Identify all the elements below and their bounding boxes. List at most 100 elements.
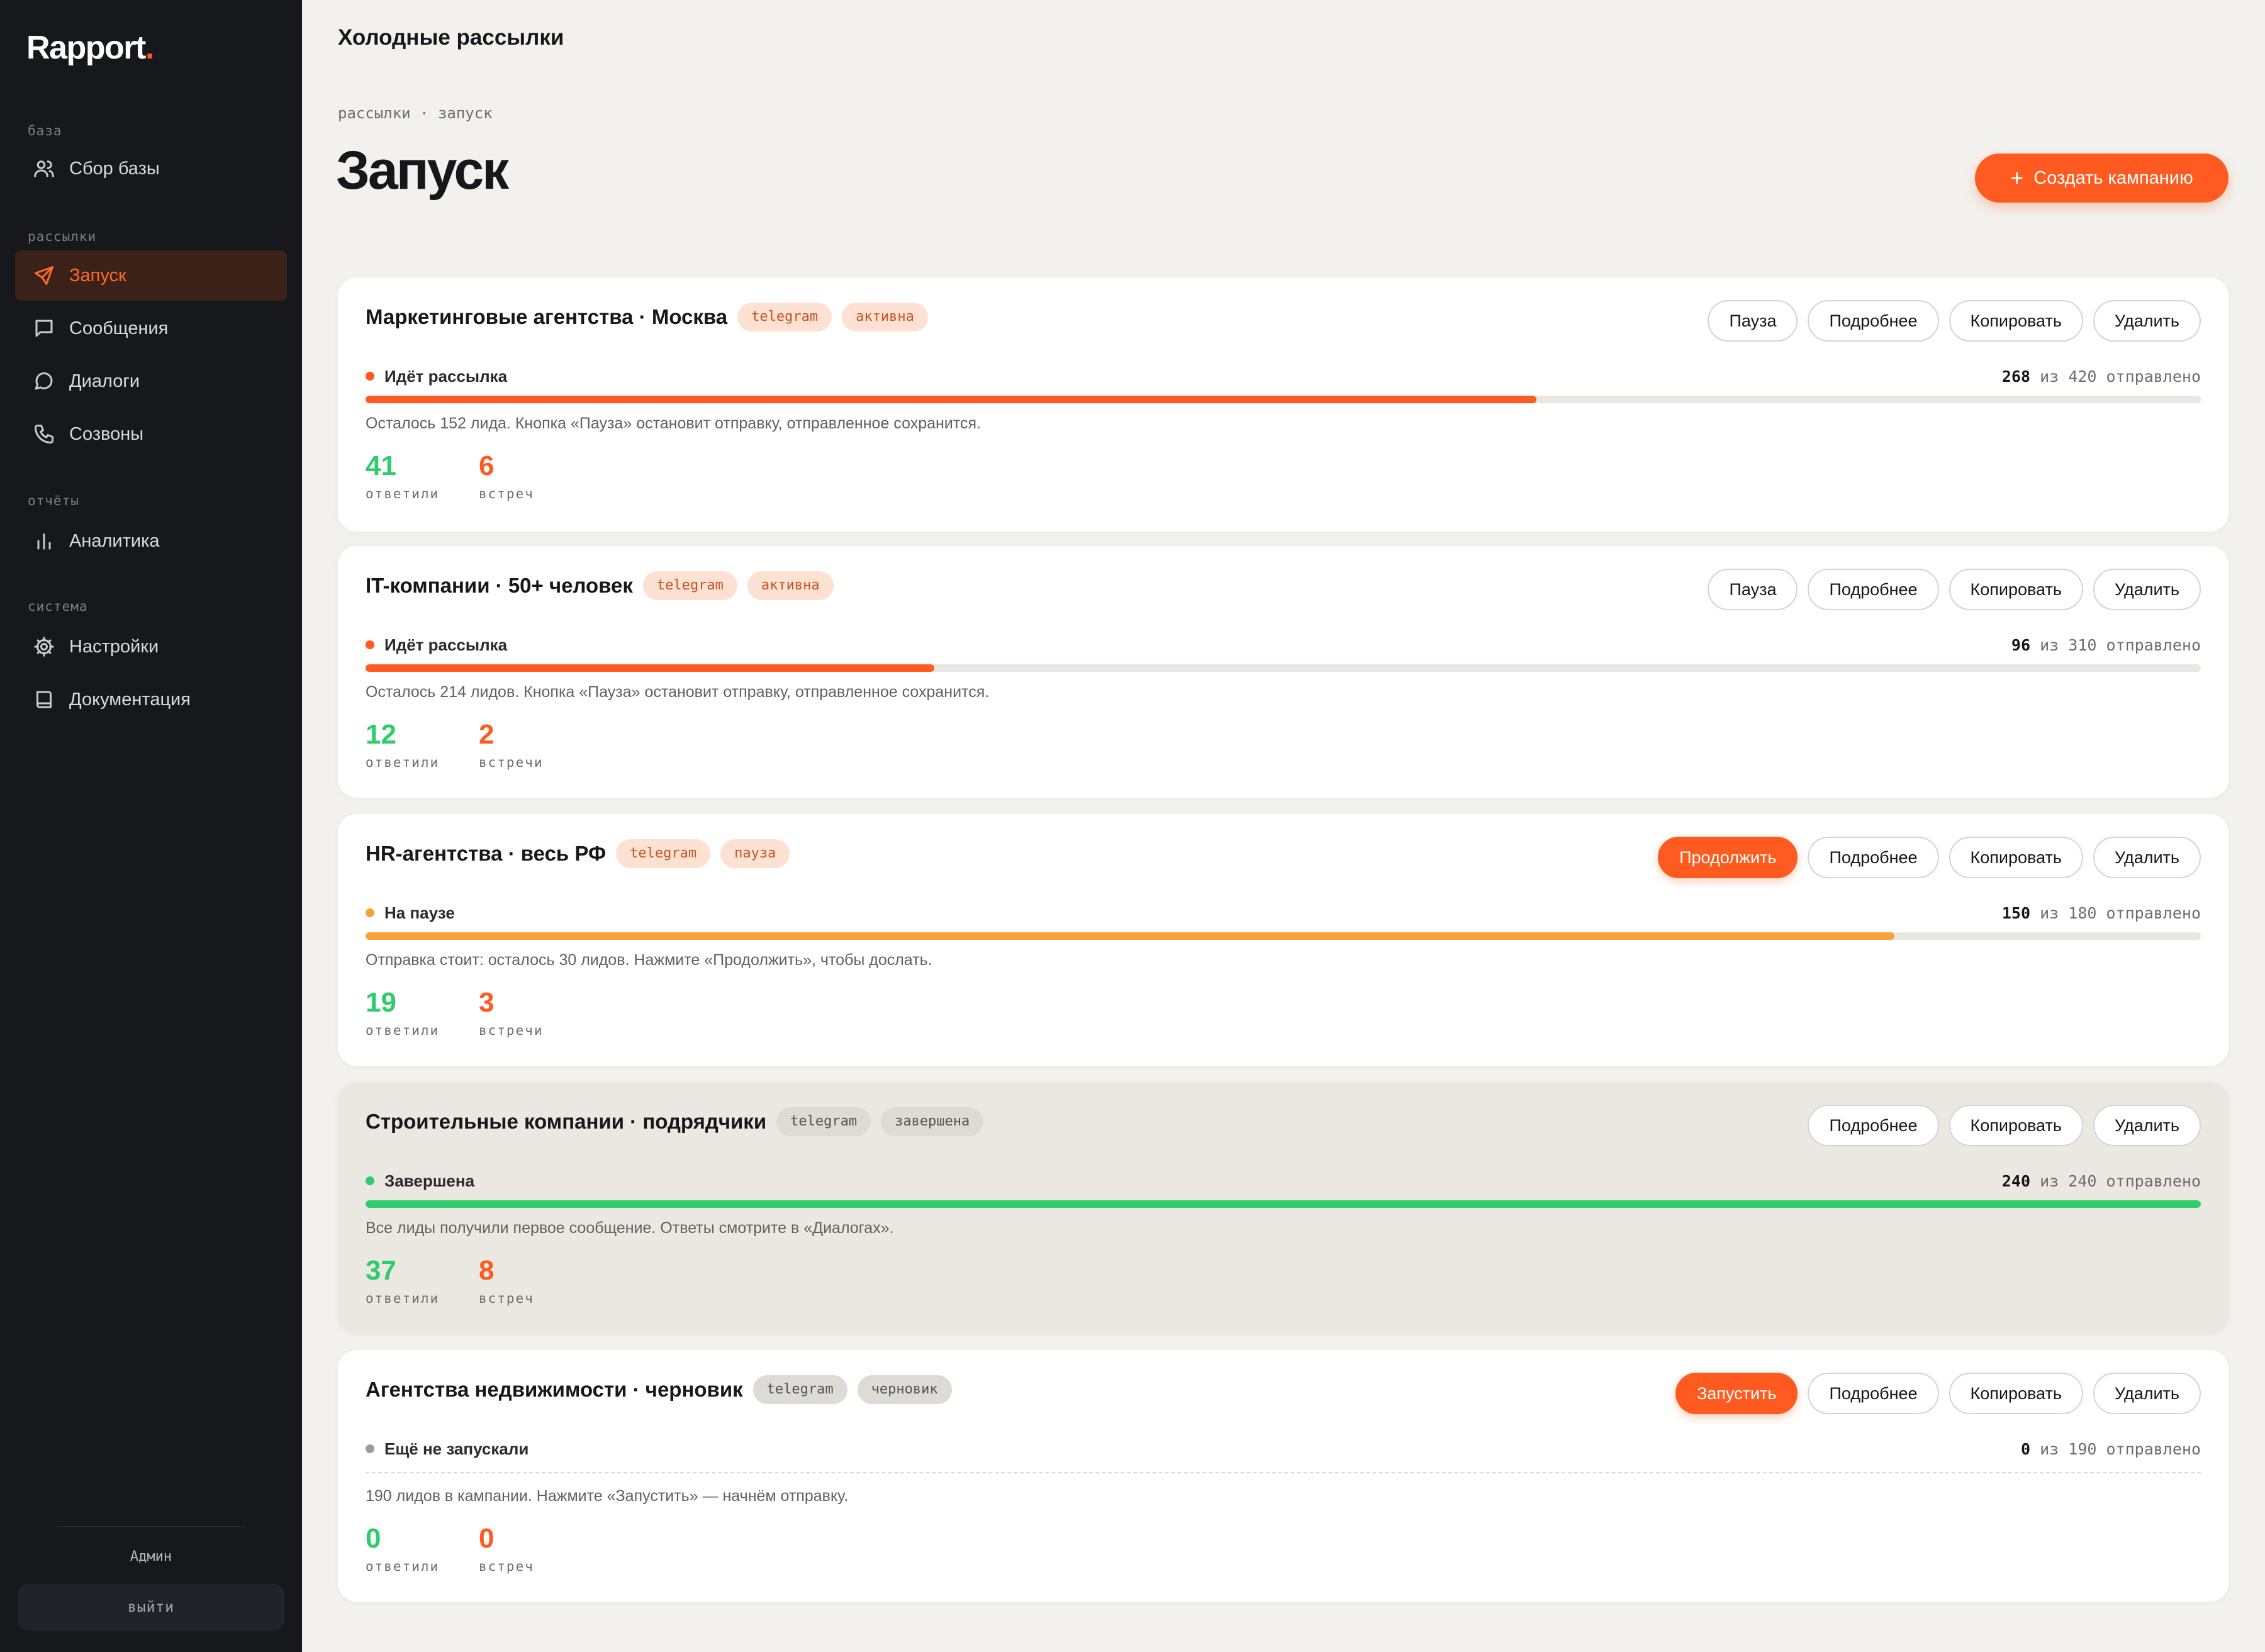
status-row: На паузе 150 из 180 отправлено [366,900,2201,925]
logout-button[interactable]: выйти [18,1584,284,1631]
sent-count: 0 [2020,1439,2031,1458]
status-dot [366,1444,374,1453]
sidebar-item-analytics[interactable]: Аналитика [15,516,287,566]
progress-fill [366,932,1894,940]
create-campaign-button[interactable]: + Создать кампанию [1975,153,2229,203]
status-label: Завершена [384,1171,475,1190]
channel-chip: telegram [642,571,737,600]
details-button[interactable]: Подробнее [1808,1373,1939,1414]
sidebar-item-label: Диалоги [69,371,140,391]
sent-counter: 150 из 180 отправлено [2002,904,2201,922]
sidebar-item-label: Документация [69,689,191,710]
copy-button[interactable]: Копировать [1949,1105,2083,1146]
sent-label: отправлено [2106,1439,2201,1458]
replied-label: ответили [366,1559,440,1574]
metric-replied: 0 ответили [366,1521,441,1574]
sidebar-item-label: Созвоны [69,423,144,444]
delete-button[interactable]: Удалить [2093,1373,2201,1414]
campaign-card: Агентства недвижимости · черновик telegr… [338,1350,2229,1602]
meetings-count: 0 [479,1523,495,1554]
campaign-actions: Пауза Подробнее Копировать Удалить [1708,569,2201,610]
nav-section-label: база [28,123,62,138]
sent-count: 268 [2001,367,2031,386]
status-badge: черновик [857,1375,952,1404]
sidebar-item-dialogs[interactable]: Диалоги [15,356,287,406]
status-label: На паузе [384,903,455,922]
campaign-name: IT-компании · 50+ человек [366,574,633,597]
nav-section-label: отчёты [28,493,79,508]
details-button[interactable]: Подробнее [1808,837,1939,878]
progress-fill [366,1200,2201,1208]
metric-meetings: 2 встречи [479,717,554,770]
campaign-note: 190 лидов в кампании. Нажмите «Запустить… [366,1487,849,1505]
sidebar: Rapport. база Сбор базы рассылки Запуск … [0,0,302,1652]
progress-fill [366,664,935,672]
sidebar-item-calls[interactable]: Созвоны [15,409,287,459]
campaign-note: Осталось 152 лида. Кнопка «Пауза» остано… [366,415,981,432]
sent-of: из [2040,1439,2059,1458]
create-campaign-label: Создать кампанию [2033,167,2193,188]
progress-track [366,1200,2201,1208]
details-button[interactable]: Подробнее [1808,300,1939,342]
users-icon [33,157,55,180]
sent-of: из [2040,367,2059,386]
status-dot [366,908,374,917]
campaign-name: Маркетинговые агентства · Москва [366,305,728,328]
gear-icon [33,635,55,658]
sent-of: из [2040,635,2059,654]
replied-count: 0 [366,1523,381,1554]
progress-track [366,396,2201,403]
campaign-card: HR-агентства · весь РФ telegram пауза Пр… [338,814,2229,1066]
sidebar-item-messages[interactable]: Сообщения [15,303,287,354]
campaign-actions: Пауза Подробнее Копировать Удалить [1708,300,2201,342]
copy-button[interactable]: Копировать [1949,1373,2083,1414]
sidebar-divider [57,1526,245,1527]
topbar-title: Холодные рассылки [338,25,564,50]
campaign-actions: Подробнее Копировать Удалить [1808,1105,2201,1146]
sidebar-item-collect[interactable]: Сбор базы [15,143,287,194]
status-dot [366,1176,374,1185]
sent-counter: 96 из 310 отправлено [2011,636,2201,654]
campaign-primary-action-button[interactable]: Пауза [1708,569,1798,610]
campaign-title-row: Маркетинговые агентства · Москва telegra… [366,303,928,332]
replied-count: 19 [366,987,396,1018]
campaign-primary-action-button[interactable]: Продолжить [1658,837,1798,878]
send-icon [33,264,55,287]
delete-button[interactable]: Удалить [2093,1105,2201,1146]
campaign-note: Осталось 214 лидов. Кнопка «Пауза» остан… [366,683,990,701]
metric-meetings: 0 встреч [479,1521,554,1574]
sidebar-item-launch[interactable]: Запуск [15,250,287,301]
copy-button[interactable]: Копировать [1949,300,2083,342]
campaign-title-row: Агентства недвижимости · черновик telegr… [366,1375,952,1404]
sidebar-item-docs[interactable]: Документация [15,674,287,725]
nav-section-system: система Настройки Документация [0,594,302,725]
channel-chip: telegram [776,1107,871,1136]
replied-count: 12 [366,719,396,750]
details-button[interactable]: Подробнее [1808,569,1939,610]
delete-button[interactable]: Удалить [2093,837,2201,878]
delete-button[interactable]: Удалить [2093,300,2201,342]
sent-count: 96 [2011,635,2031,654]
campaign-title-row: IT-компании · 50+ человек telegram актив… [366,571,834,600]
sent-total: 180 [2068,903,2097,922]
sidebar-item-settings[interactable]: Настройки [15,622,287,672]
metric-meetings: 6 встреч [479,449,554,501]
status-row: Ещё не запускали 0 из 190 отправлено [366,1436,2201,1461]
message-square-icon [33,317,55,340]
campaign-metrics: 12 ответили 2 встречи [366,717,554,770]
sent-label: отправлено [2106,903,2201,922]
campaign-name: Строительные компании · подрядчики [366,1110,767,1133]
status-dot [366,640,374,649]
campaign-actions: Продолжить Подробнее Копировать Удалить [1658,837,2201,878]
logo[interactable]: Rapport. [26,29,154,67]
metric-replied: 37 ответили [366,1253,441,1306]
meetings-count: 2 [479,719,495,750]
campaign-primary-action-button[interactable]: Пауза [1708,300,1798,342]
details-button[interactable]: Подробнее [1808,1105,1939,1146]
nav-section-reports: отчёты Аналитика [0,488,302,566]
meetings-count: 3 [479,987,495,1018]
delete-button[interactable]: Удалить [2093,569,2201,610]
copy-button[interactable]: Копировать [1949,837,2083,878]
copy-button[interactable]: Копировать [1949,569,2083,610]
campaign-primary-action-button[interactable]: Запустить [1675,1373,1798,1414]
